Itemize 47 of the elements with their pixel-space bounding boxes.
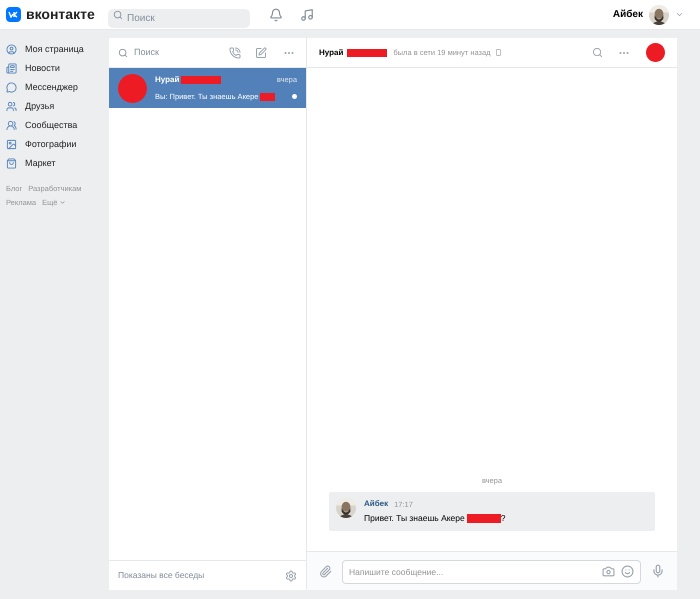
compose-icon[interactable] bbox=[255, 46, 267, 58]
people-icon bbox=[6, 101, 17, 112]
sidebar-item[interactable]: Друзья bbox=[6, 97, 109, 116]
chevron-icon bbox=[59, 199, 66, 206]
avatar-icon[interactable] bbox=[646, 43, 665, 62]
microphone-icon[interactable] bbox=[651, 564, 665, 578]
bag-icon bbox=[6, 158, 17, 169]
search-field[interactable]: Поиск bbox=[108, 9, 250, 28]
sidebar-item[interactable]: Мессенджер bbox=[6, 78, 109, 97]
settings-icon[interactable] bbox=[285, 570, 297, 582]
sidebar-item[interactable]: Маркет bbox=[6, 154, 109, 173]
phone-icon bbox=[494, 49, 502, 56]
paperclip-icon[interactable] bbox=[319, 564, 332, 578]
newspaper-icon bbox=[6, 63, 17, 74]
search-icon bbox=[113, 10, 123, 20]
redaction-bar bbox=[347, 48, 388, 56]
smile-icon[interactable] bbox=[621, 564, 634, 578]
footer-text: Показаны все беседы bbox=[118, 569, 204, 582]
user-circle-icon bbox=[6, 44, 17, 55]
user-name[interactable]: Айбек bbox=[612, 7, 643, 22]
sidebar-item[interactable]: Новости bbox=[6, 59, 109, 78]
image-icon bbox=[6, 139, 17, 150]
avatar-icon bbox=[118, 74, 147, 102]
message-text: Привет. Ты знаешь Акере bbox=[364, 512, 465, 525]
group-icon bbox=[6, 120, 17, 131]
redaction-bar bbox=[260, 92, 276, 100]
message-field[interactable]: Напишите сообщение... bbox=[342, 560, 641, 584]
logo-text: вконтакте bbox=[26, 5, 95, 24]
message-author[interactable]: Айбек bbox=[364, 498, 388, 510]
redaction-bar bbox=[466, 514, 501, 524]
search-icon[interactable] bbox=[592, 47, 603, 58]
chat-title[interactable]: Нурай bbox=[319, 46, 344, 58]
chat-bubble-icon bbox=[6, 82, 17, 93]
search-field[interactable]: Поиск bbox=[134, 46, 223, 60]
sidebar-item[interactable]: Фотографии bbox=[6, 135, 109, 154]
contact-name: Нурай bbox=[155, 74, 180, 86]
logo-icon[interactable] bbox=[6, 7, 21, 22]
sidebar-item[interactable]: Сообщества bbox=[6, 116, 109, 135]
chevron-icon[interactable] bbox=[675, 10, 684, 19]
camera-icon[interactable] bbox=[602, 564, 615, 578]
bell-icon[interactable] bbox=[269, 8, 283, 22]
music-icon[interactable] bbox=[300, 8, 314, 22]
search-icon bbox=[118, 48, 128, 58]
sidebar-item[interactable]: Моя страница bbox=[6, 40, 109, 59]
message-text: ? bbox=[500, 512, 506, 525]
redaction-bar bbox=[181, 76, 222, 84]
phone-icon[interactable] bbox=[229, 46, 241, 58]
